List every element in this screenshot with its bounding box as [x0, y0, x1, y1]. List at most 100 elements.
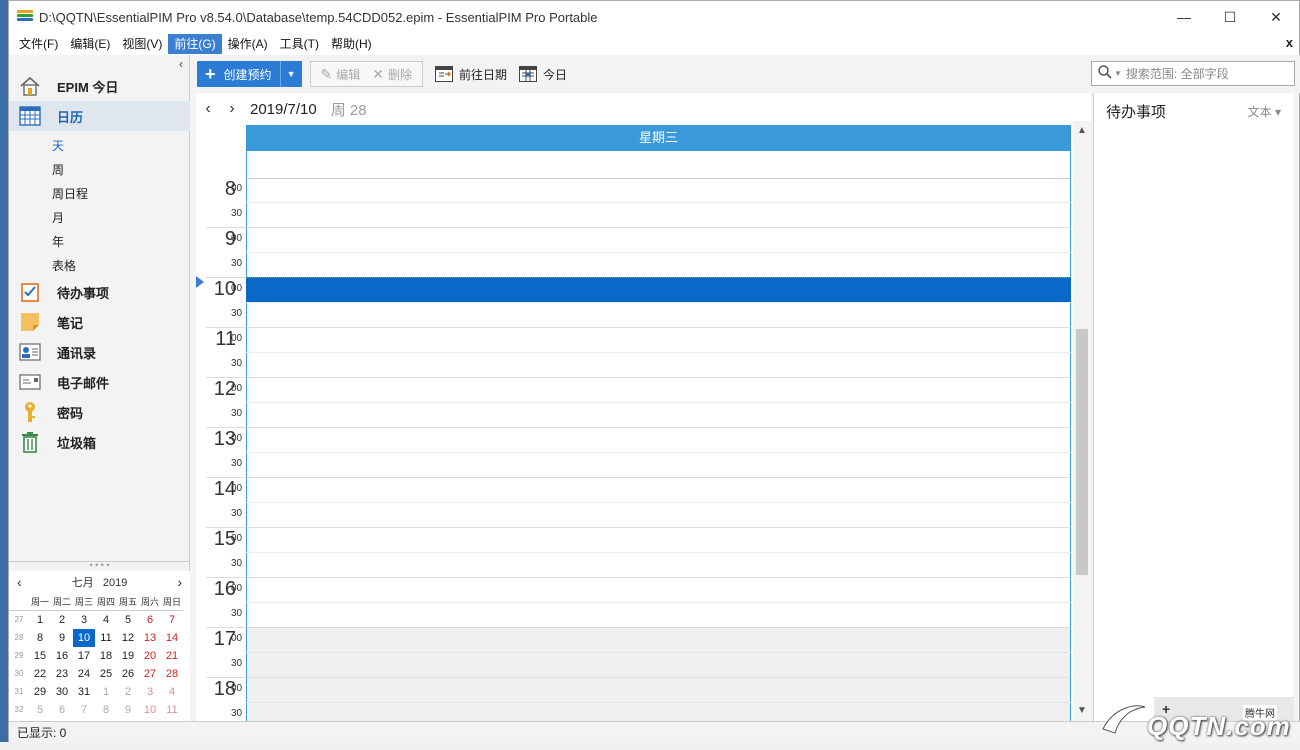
mini-calendar-day[interactable]: 6	[139, 611, 161, 629]
mini-calendar-day[interactable]: 26	[117, 665, 139, 683]
mini-calendar-day[interactable]: 28	[161, 665, 183, 683]
sidebar-item-todo[interactable]: 待办事项	[9, 277, 190, 307]
mini-calendar-day[interactable]: 19	[117, 647, 139, 665]
mini-calendar-day[interactable]: 30	[51, 683, 73, 701]
prev-day-button[interactable]: ‹	[196, 100, 220, 118]
sidebar-item-contacts[interactable]: 通讯录	[9, 337, 190, 367]
mini-calendar-day[interactable]: 20	[139, 647, 161, 665]
create-dropdown-button[interactable]: ▼	[279, 61, 302, 87]
menu-tools[interactable]: 工具(T)	[274, 34, 325, 54]
hour-row[interactable]: 16 00 30	[196, 577, 1071, 627]
close-button[interactable]: ✕	[1253, 1, 1299, 33]
mini-calendar-day[interactable]: 2	[117, 683, 139, 701]
mini-calendar-day[interactable]: 31	[73, 683, 95, 701]
menu-goto[interactable]: 前往(G)	[168, 34, 222, 54]
selected-time-slot[interactable]	[246, 277, 1071, 302]
hour-row[interactable]: 12 00 30	[196, 377, 1071, 427]
sidebar-item-trash[interactable]: 垃圾箱	[9, 427, 190, 457]
mini-calendar-day[interactable]: 16	[51, 647, 73, 665]
mini-calendar-day[interactable]: 13	[139, 629, 161, 647]
mini-calendar-day[interactable]: 1	[29, 611, 51, 629]
mini-calendar-day[interactable]: 5	[117, 611, 139, 629]
sidebar-item-email[interactable]: 电子邮件	[9, 367, 190, 397]
minimize-button[interactable]: —	[1161, 1, 1207, 33]
sidebar-splitter[interactable]: • • • •	[9, 561, 190, 570]
mini-calendar-day[interactable]: 4	[161, 683, 183, 701]
search-input[interactable]: ▼ 搜索范围: 全部字段	[1091, 61, 1295, 86]
mini-calendar-day[interactable]: 7	[161, 611, 183, 629]
mini-calendar-day[interactable]: 17	[73, 647, 95, 665]
menu-view[interactable]: 视图(V)	[116, 34, 168, 54]
hour-row[interactable]: 18 00 30	[196, 677, 1071, 721]
mini-calendar-prev-button[interactable]: ‹	[17, 574, 22, 590]
edit-button[interactable]: ✎ 编辑	[315, 66, 367, 83]
mini-calendar-day[interactable]: 9	[51, 629, 73, 647]
sidebar-collapse-button[interactable]: ‹	[179, 57, 183, 71]
today-button[interactable]: 今日	[519, 66, 567, 83]
day-header[interactable]: 星期三	[246, 125, 1071, 151]
view-year[interactable]: 年	[52, 233, 64, 250]
mini-calendar-day[interactable]: 3	[139, 683, 161, 701]
hour-row[interactable]: 13 00 30	[196, 427, 1071, 477]
view-day[interactable]: 天	[52, 137, 64, 154]
todo-sort-dropdown[interactable]: 文本 ▾	[1248, 103, 1281, 120]
view-week[interactable]: 周	[52, 161, 64, 178]
scrollbar-thumb[interactable]	[1076, 329, 1088, 575]
menu-help[interactable]: 帮助(H)	[325, 34, 378, 54]
hour-row[interactable]: 8 00 30	[196, 179, 1071, 227]
mini-calendar-day[interactable]: 12	[117, 629, 139, 647]
hour-row[interactable]: 15 00 30	[196, 527, 1071, 577]
next-day-button[interactable]: ›	[220, 100, 244, 118]
time-slot[interactable]	[246, 179, 1071, 227]
hour-row[interactable]: 14 00 30	[196, 477, 1071, 527]
mini-calendar-day[interactable]: 7	[73, 701, 95, 719]
scroll-up-icon[interactable]: ▲	[1073, 125, 1091, 143]
sidebar-item-notes[interactable]: 笔记	[9, 307, 190, 337]
hour-row[interactable]: 9 00 30	[196, 227, 1071, 277]
mini-calendar-day[interactable]: 4	[95, 611, 117, 629]
view-week-agenda[interactable]: 周日程	[52, 185, 88, 202]
mini-calendar-day[interactable]: 5	[29, 701, 51, 719]
mini-calendar-day[interactable]: 8	[95, 701, 117, 719]
all-day-area[interactable]	[246, 151, 1071, 179]
mini-calendar-day[interactable]: 15	[29, 647, 51, 665]
mini-calendar-day[interactable]: 23	[51, 665, 73, 683]
time-slot[interactable]	[246, 677, 1071, 721]
menu-close-button[interactable]: x	[1286, 35, 1293, 50]
time-grid[interactable]: 8 00 30 9 00 30 10 00 30 11 00 30 12 00 30 13 00 30 14 00 30…	[196, 179, 1071, 721]
mini-calendar-day[interactable]: 2	[51, 611, 73, 629]
view-month[interactable]: 月	[52, 209, 64, 226]
menu-actions[interactable]: 操作(A)	[222, 34, 274, 54]
mini-calendar-day[interactable]: 8	[29, 629, 51, 647]
mini-calendar-day[interactable]: 6	[51, 701, 73, 719]
mini-calendar-day[interactable]: 25	[95, 665, 117, 683]
mini-calendar-day[interactable]: 18	[95, 647, 117, 665]
mini-calendar-day[interactable]: 3	[73, 611, 95, 629]
hour-row[interactable]: 17 00 30	[196, 627, 1071, 677]
mini-calendar-day[interactable]: 9	[117, 701, 139, 719]
create-appointment-button[interactable]: + 创建预约 ▼	[197, 61, 302, 87]
menu-file[interactable]: 文件(F)	[13, 34, 64, 54]
time-grid-scrollbar[interactable]: ▲ ▼	[1073, 121, 1091, 721]
hour-row[interactable]: 11 00 30	[196, 327, 1071, 377]
sidebar-item-today[interactable]: EPIM 今日	[9, 71, 190, 101]
mini-calendar-day[interactable]: 24	[73, 665, 95, 683]
mini-calendar-day[interactable]: 1	[95, 683, 117, 701]
mini-calendar-day[interactable]: 10	[139, 701, 161, 719]
mini-calendar-day[interactable]: 22	[29, 665, 51, 683]
mini-calendar-day[interactable]: 10	[73, 629, 95, 647]
mini-calendar-day[interactable]: 14	[161, 629, 183, 647]
mini-calendar-day[interactable]: 21	[161, 647, 183, 665]
delete-button[interactable]: ✕ 删除	[366, 66, 418, 83]
mini-calendar-day[interactable]: 11	[95, 629, 117, 647]
search-scope-dropdown-icon[interactable]: ▼	[1114, 69, 1122, 78]
maximize-button[interactable]: ☐	[1207, 1, 1253, 33]
sidebar-item-calendar[interactable]: 日历	[9, 101, 190, 131]
goto-date-button[interactable]: 前往日期	[435, 66, 507, 83]
mini-calendar-day[interactable]: 29	[29, 683, 51, 701]
mini-calendar-next-button[interactable]: ›	[177, 574, 182, 590]
mini-calendar-day[interactable]: 27	[139, 665, 161, 683]
view-table[interactable]: 表格	[52, 257, 76, 274]
menu-edit[interactable]: 编辑(E)	[64, 34, 116, 54]
sidebar-item-passwords[interactable]: 密码	[9, 397, 190, 427]
